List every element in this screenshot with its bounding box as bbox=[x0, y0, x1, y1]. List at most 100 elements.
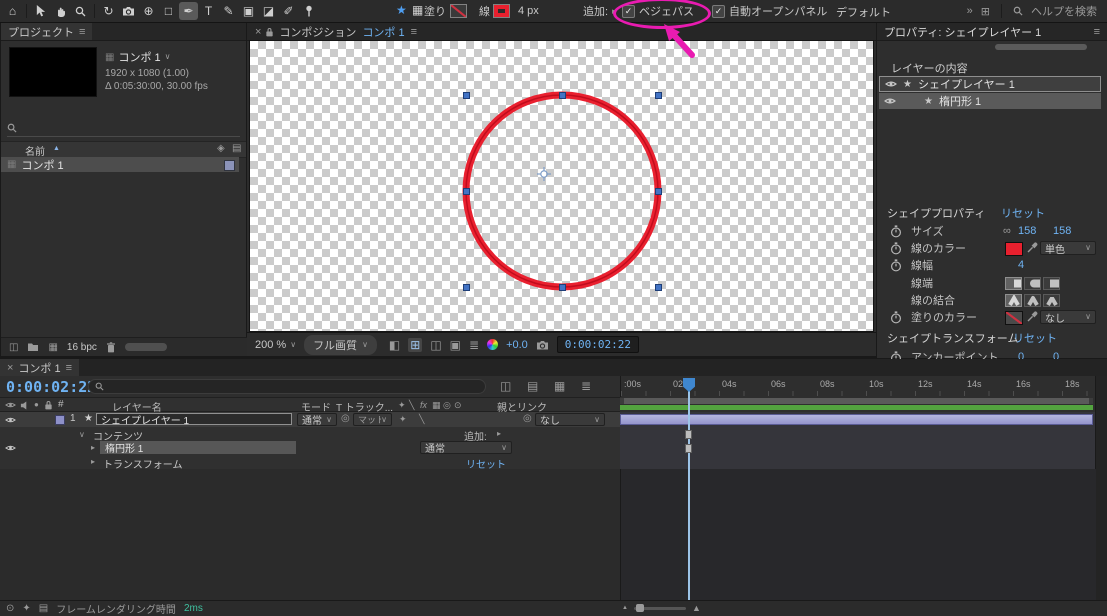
fx-switch-icon[interactable]: fx bbox=[420, 400, 427, 410]
stopwatch-icon[interactable] bbox=[890, 311, 902, 324]
mini-flowchart-icon[interactable]: ◫ bbox=[500, 379, 511, 393]
zoom-slider-track[interactable] bbox=[634, 607, 686, 610]
workspace-grid-icon[interactable]: ⊞ bbox=[981, 5, 990, 18]
timeline-zoom-control[interactable]: ▲ ▲ bbox=[622, 603, 701, 613]
eye-icon[interactable] bbox=[5, 444, 16, 452]
eye-icon[interactable] bbox=[884, 97, 896, 105]
fill-color-label[interactable]: 塗りのカラー bbox=[911, 309, 977, 325]
fill-color-swatch-none[interactable] bbox=[1005, 311, 1023, 325]
number-column-header[interactable]: # bbox=[58, 399, 64, 410]
interpret-footage-icon[interactable]: ◫ bbox=[9, 342, 18, 353]
line-cap-label[interactable]: 線端 bbox=[911, 275, 933, 291]
label-column-icon[interactable]: ◈ bbox=[217, 143, 225, 154]
stroke-color-swatch[interactable] bbox=[1005, 242, 1023, 256]
create-mask-toggle[interactable]: ▦ bbox=[412, 3, 423, 17]
blend-mode-dropdown[interactable]: 通常 ∨ bbox=[297, 413, 337, 426]
trkmat-pickwhip-icon[interactable]: ◎ bbox=[341, 413, 350, 424]
transparency-grid-icon[interactable]: ⊞ bbox=[408, 338, 422, 352]
fast-preview-icon[interactable]: ◧ bbox=[389, 338, 400, 352]
shape-tool[interactable]: □ bbox=[159, 2, 178, 20]
bezier-path-checkbox[interactable]: ✓ bbox=[622, 5, 635, 18]
stroke-type-dropdown[interactable]: 単色 ∨ bbox=[1040, 241, 1096, 255]
pan-behind-tool[interactable]: ⊕ bbox=[139, 2, 158, 20]
eye-icon[interactable] bbox=[885, 80, 897, 88]
viewer-timecode[interactable]: 0:00:02:22 bbox=[557, 336, 639, 353]
parent-pickwhip-icon[interactable]: ◎ bbox=[523, 413, 532, 424]
text-tool[interactable]: T bbox=[199, 2, 218, 20]
expand-arrow-icon[interactable]: ▸ bbox=[91, 458, 95, 466]
size-label[interactable]: サイズ bbox=[911, 223, 944, 239]
anchor-point-icon[interactable] bbox=[537, 167, 551, 181]
size-x-value[interactable]: 158 bbox=[1018, 225, 1036, 237]
adjustment-switch-icon[interactable]: ◎ bbox=[443, 400, 451, 411]
panel-menu-icon[interactable]: ≡ bbox=[79, 26, 85, 38]
scrollbar-thumb[interactable] bbox=[995, 44, 1087, 50]
selection-handle[interactable] bbox=[559, 284, 566, 291]
line-join-label[interactable]: 線の結合 bbox=[911, 292, 955, 308]
eye-icon[interactable] bbox=[5, 416, 16, 424]
panel-scrollbar[interactable] bbox=[125, 343, 167, 351]
lock-icon[interactable] bbox=[44, 400, 53, 410]
puppet-pin-tool[interactable] bbox=[299, 2, 318, 20]
properties-title[interactable]: プロパティ: シェイプレイヤー 1 bbox=[884, 24, 1041, 40]
viewer-comp-tab[interactable]: コンポ 1 bbox=[362, 24, 404, 40]
view-options-icon[interactable]: ≣ bbox=[469, 338, 479, 352]
brush-tool[interactable]: ✎ bbox=[219, 2, 238, 20]
current-time-indicator-line[interactable] bbox=[688, 389, 690, 600]
eyedropper-icon[interactable] bbox=[1027, 311, 1038, 322]
quality-switch-icon[interactable]: ╲ bbox=[419, 414, 424, 425]
ellipse-group-row[interactable]: ▸ 楕円形 1 通常 ∨ bbox=[0, 441, 620, 455]
home-icon[interactable]: ⌂ bbox=[3, 2, 22, 20]
parent-dropdown[interactable]: なし ∨ bbox=[535, 413, 605, 426]
new-folder-icon[interactable] bbox=[27, 342, 39, 352]
selection-handle[interactable] bbox=[655, 92, 662, 99]
lock-icon[interactable] bbox=[265, 27, 274, 37]
project-search-input[interactable] bbox=[7, 120, 240, 137]
tab-project[interactable]: プロジェクト ≡ bbox=[1, 23, 92, 40]
zoom-tool[interactable] bbox=[71, 2, 90, 20]
new-comp-icon[interactable]: ▦ bbox=[48, 342, 57, 353]
channel-wheel-icon[interactable] bbox=[487, 339, 498, 350]
hand-tool[interactable] bbox=[51, 2, 70, 20]
stroke-width-value[interactable]: 4 bbox=[1018, 259, 1024, 271]
panel-menu-icon[interactable]: ≡ bbox=[411, 26, 417, 38]
selection-handle[interactable] bbox=[463, 284, 470, 291]
stroke-color-label[interactable]: 線のカラー bbox=[911, 240, 966, 256]
comp-options-icon[interactable]: ⊙ bbox=[6, 603, 14, 614]
add-menu-icon[interactable]: ▸ bbox=[612, 6, 617, 17]
magnification-dropdown[interactable]: 200 % ∨ bbox=[255, 339, 296, 351]
pen-tool[interactable]: ✒ bbox=[179, 2, 198, 20]
workspace-selector[interactable]: デフォルト bbox=[836, 4, 891, 20]
reset-link[interactable]: リセット bbox=[1013, 330, 1057, 346]
trash-icon[interactable] bbox=[106, 342, 116, 353]
project-item-row[interactable]: ▦ コンポ 1 bbox=[1, 157, 239, 172]
stopwatch-icon[interactable] bbox=[890, 259, 902, 272]
graph-editor-icon[interactable]: ≣ bbox=[581, 379, 591, 393]
zoom-slider-handle[interactable] bbox=[636, 604, 644, 612]
snapshot-camera-icon[interactable] bbox=[536, 340, 549, 350]
mask-visibility-icon[interactable]: ◫ bbox=[430, 338, 441, 352]
workspace-overflow-icon[interactable]: » bbox=[967, 5, 973, 17]
fill-type-dropdown[interactable]: なし ∨ bbox=[1040, 310, 1096, 324]
fill-label[interactable]: 塗り bbox=[424, 3, 446, 19]
layer-label-chip[interactable] bbox=[55, 415, 65, 425]
close-icon[interactable]: × bbox=[255, 26, 261, 38]
props-layer-row-shape[interactable]: ★ シェイプレイヤー 1 bbox=[879, 76, 1101, 92]
render-options-icon[interactable]: ✦ bbox=[22, 603, 30, 614]
hide-shy-layers-icon[interactable]: ▦ bbox=[554, 379, 565, 393]
eraser-tool[interactable]: ◪ bbox=[259, 2, 278, 20]
chevron-down-icon[interactable]: ∨ bbox=[165, 53, 171, 61]
tab-timeline-comp[interactable]: × コンポ 1 ≡ bbox=[0, 359, 79, 376]
expand-arrow-icon[interactable]: ▸ bbox=[91, 444, 95, 452]
audio-icon[interactable] bbox=[20, 401, 29, 410]
cap-round-button[interactable] bbox=[1024, 277, 1041, 290]
reset-link[interactable]: リセット bbox=[1001, 205, 1045, 221]
stopwatch-icon[interactable] bbox=[890, 242, 902, 255]
zoom-out-mountain-icon[interactable]: ▲ bbox=[622, 605, 628, 611]
roto-brush-tool[interactable]: ✐ bbox=[279, 2, 298, 20]
selected-comp-name[interactable]: コンポ 1 bbox=[118, 49, 160, 65]
panel-menu-icon[interactable]: ≡ bbox=[66, 362, 72, 374]
layer-duration-bar[interactable] bbox=[620, 414, 1093, 425]
layer-row-shape[interactable]: 1 ★ シェイプレイヤー 1 通常 ∨ ◎ マット ∨ ✦ ╲ ◎ なし ∨ bbox=[0, 412, 620, 427]
constrain-link-icon[interactable]: ∞ bbox=[1003, 225, 1011, 237]
